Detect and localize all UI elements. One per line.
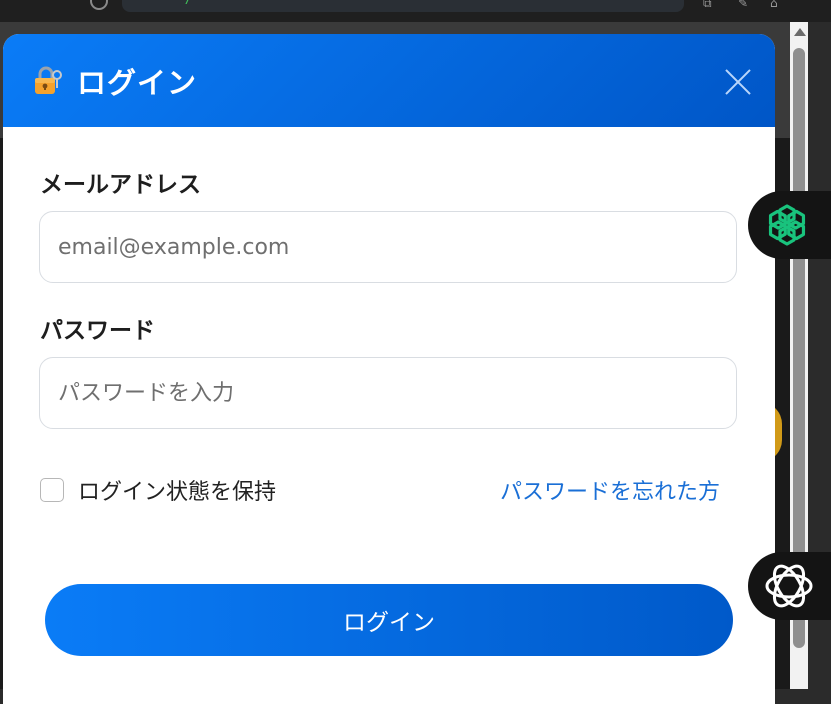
- login-button[interactable]: ログイン: [45, 584, 733, 656]
- password-field[interactable]: [39, 357, 737, 429]
- chatgpt-side-button[interactable]: [748, 191, 831, 259]
- modal-title: ログイン: [77, 66, 198, 100]
- modal-header: ログイン: [3, 34, 775, 127]
- email-field[interactable]: [39, 211, 737, 283]
- openai-hexagon-logo-icon: [765, 564, 813, 608]
- address-text: ◦ ·····/: [130, 0, 193, 7]
- site-info-icon[interactable]: [90, 0, 108, 10]
- address-bar[interactable]: ◦ ·····/: [122, 0, 684, 12]
- lock-with-key-icon: [35, 66, 62, 94]
- remember-me-checkbox[interactable]: [40, 478, 64, 502]
- remember-me-row[interactable]: ログイン状態を保持: [40, 474, 276, 506]
- chatgpt-logo-icon: [768, 204, 806, 246]
- extension-icon[interactable]: ⌂: [770, 0, 778, 10]
- openai-side-button[interactable]: [748, 552, 831, 620]
- email-label: メールアドレス: [40, 172, 201, 198]
- scroll-up-arrow-icon[interactable]: [794, 28, 806, 36]
- close-icon[interactable]: [723, 67, 753, 97]
- login-modal: ログイン メールアドレス パスワード ログイン状態を保持 パスワードを忘れた方 …: [3, 34, 775, 704]
- browser-toolbar: ◦ ·····/ ⧉ ✎ ⌂: [0, 0, 831, 22]
- forgot-password-link[interactable]: パスワードを忘れた方: [500, 474, 720, 506]
- password-label: パスワード: [40, 318, 155, 344]
- translate-icon[interactable]: ⧉: [703, 0, 712, 11]
- remember-me-label[interactable]: ログイン状態を保持: [78, 474, 276, 506]
- edit-icon[interactable]: ✎: [738, 0, 748, 10]
